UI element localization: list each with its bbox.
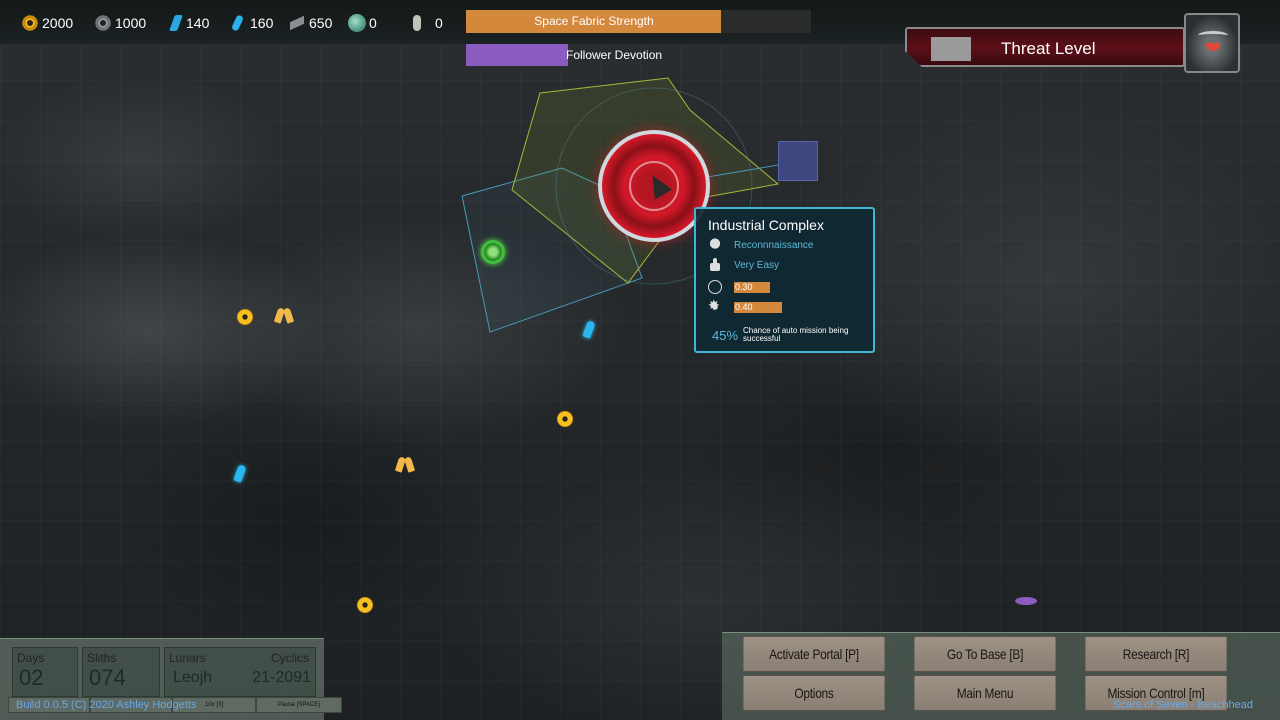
capsule-icon (408, 14, 426, 32)
gear-icon (21, 14, 39, 32)
pause-button[interactable]: Pause [SPACE] (256, 697, 342, 713)
space-fabric-label: Space Fabric Strength (534, 14, 654, 28)
resource-capsules: 0 (408, 14, 443, 32)
resource-value: 1000 (115, 15, 147, 31)
zone-overlay (461, 77, 797, 333)
follower-hands-icon[interactable] (396, 457, 414, 473)
mission-type: Reconnnaissance (734, 239, 814, 251)
lunars-value: Leojh (173, 669, 213, 686)
cog-icon (94, 14, 112, 32)
portal-marker[interactable] (778, 141, 818, 181)
gear-resource-icon[interactable] (556, 410, 574, 428)
build-info: Build 0.0.5 (C) 2020 Ashley Hodgetts (16, 699, 197, 711)
resource-value: 160 (250, 15, 274, 31)
threat-indicator (931, 37, 971, 61)
calendar-box: Lunars Cyclics Leojh 21-2091 (164, 647, 316, 697)
days-label: Days (17, 651, 45, 665)
face-icon (708, 280, 722, 294)
go-to-base-button[interactable]: Go To Base [B] (913, 636, 1057, 672)
resource-value: 0 (369, 15, 377, 31)
stat1-row: 0.30 (708, 279, 770, 295)
gear-resource-icon[interactable] (236, 308, 254, 326)
resource-metal: 650 (288, 14, 332, 32)
follower-devotion-label: Follower Devotion (566, 48, 663, 62)
sliths-value: 074 (89, 665, 126, 690)
crystal-icon (169, 14, 183, 32)
threat-level-label: Threat Level (1001, 39, 1096, 58)
resource-value: 650 (309, 15, 333, 31)
skull-icon (708, 238, 722, 252)
crystal-resource-icon[interactable] (584, 321, 594, 339)
stat2-bar: 0.40 (734, 301, 782, 313)
resource-crystals: 140 (169, 14, 209, 32)
stat1-bar: 0.30 (734, 281, 770, 293)
resource-value: 0 (435, 15, 443, 31)
resource-value: 2000 (42, 15, 74, 31)
difficulty: Very Easy (734, 259, 780, 271)
chance-percent: 45% (712, 328, 739, 343)
lunars-label: Lunars (169, 651, 206, 665)
options-button[interactable]: Options (742, 675, 886, 711)
sliths-label: Sliths (87, 651, 117, 665)
orb-icon (348, 14, 366, 32)
space-fabric-bar: Space Fabric Strength (466, 10, 811, 33)
tooltip-title: Industrial Complex (708, 217, 824, 233)
crystal-resource-icon[interactable] (235, 465, 245, 483)
cyclics-value: 21-2091 (252, 669, 311, 686)
activate-portal-button[interactable]: Activate Portal [P] (742, 636, 886, 672)
mission-type-row: Reconnnaissance (708, 237, 814, 253)
days-box: Days 02 (12, 647, 78, 697)
sliths-box: Sliths 074 (82, 647, 160, 697)
research-button[interactable]: Research [R] (1084, 636, 1228, 672)
days-value: 02 (19, 665, 44, 690)
resource-cogs: 1000 (94, 14, 146, 32)
game-title-footer: Scars of Seven - Beachhead (1113, 699, 1254, 711)
threat-level-panel: Threat Level (905, 27, 1185, 67)
main-menu-button[interactable]: Main Menu (913, 675, 1057, 711)
enemy-portrait-icon (1184, 13, 1240, 73)
resource-value: 140 (186, 15, 210, 31)
resource-shards: 160 (229, 14, 273, 32)
cyclics-label: Cyclics (271, 651, 309, 665)
base-icon[interactable] (481, 240, 505, 264)
difficulty-row: Very Easy (708, 257, 779, 273)
follower-hands-icon[interactable] (275, 308, 293, 324)
thumbs-up-icon (708, 258, 722, 272)
gear-resource-icon[interactable] (356, 596, 374, 614)
chance-text: Chance of auto mission being successful (743, 326, 849, 343)
mission-tooltip: Industrial Complex Reconnnaissance Very … (694, 207, 875, 353)
shard-icon (229, 14, 247, 32)
follower-devotion-bar (466, 44, 568, 66)
burst-icon (708, 298, 722, 314)
stat2-row: 0.40 (708, 298, 782, 315)
enemy-ship-icon[interactable] (1015, 595, 1037, 607)
resource-gears: 2000 (21, 14, 73, 32)
resource-orbs: 0 (348, 14, 377, 32)
metal-icon (288, 14, 306, 32)
